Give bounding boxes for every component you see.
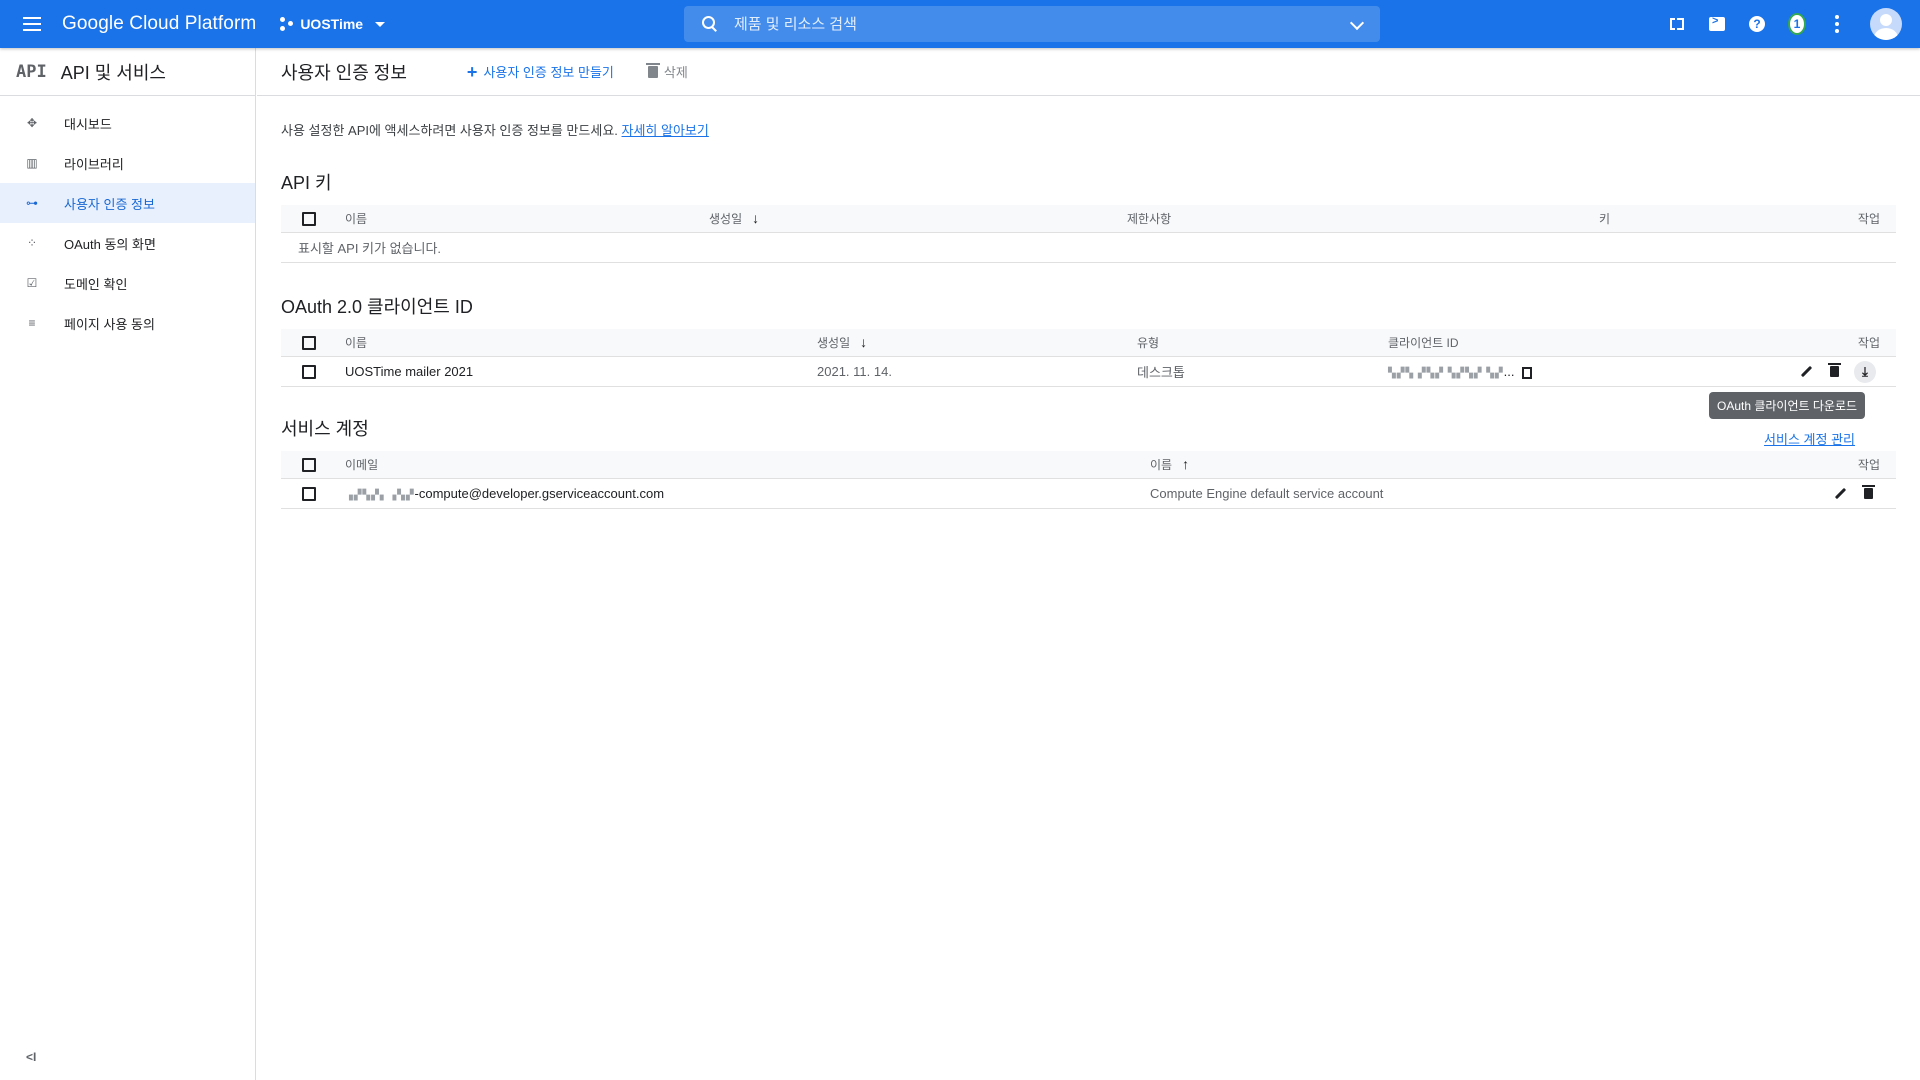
service-account-email[interactable]: ▗▞▚▞▖▗▚▞-compute@developer.gserviceaccou… [345, 486, 664, 501]
gift-icon[interactable] [1668, 15, 1686, 33]
sort-ascending-icon: ↑ [1182, 456, 1190, 472]
notifications-button[interactable]: 1 [1788, 13, 1806, 35]
sidebar-item-credentials[interactable]: ⊶ 사용자 인증 정보 [0, 183, 255, 223]
edit-icon[interactable] [1798, 364, 1814, 380]
page-agreement-icon: ≡ [28, 316, 36, 330]
redacted-email-prefix: ▗▞▚▞▖▗▚▞ [345, 490, 415, 501]
search-bar[interactable] [684, 6, 1380, 42]
cloud-shell-icon[interactable] [1708, 15, 1726, 33]
client-id: ▚▞▚ ▞▚▞ ▚▞▚▞ ▚▞... [1388, 364, 1533, 379]
library-icon: ▥ [26, 156, 38, 170]
dashboard-icon: ✥ [26, 116, 38, 130]
sidebar-item-dashboard[interactable]: ✥ 대시보드 [0, 103, 255, 143]
select-all-checkbox[interactable] [302, 335, 316, 350]
sidebar-item-library[interactable]: ▥ 라이브러리 [0, 143, 255, 183]
copy-icon[interactable] [1522, 366, 1533, 379]
column-header-client-id[interactable]: 클라이언트 ID [1388, 334, 1459, 351]
select-all-checkbox[interactable] [302, 457, 316, 472]
sidebar-item-oauth-consent[interactable]: ⁘ OAuth 동의 화면 [0, 223, 255, 263]
sidebar-title: API 및 서비스 [60, 62, 166, 83]
api-logo: API [16, 61, 47, 82]
download-tooltip: OAuth 클라이언트 다운로드 [1709, 392, 1866, 419]
oauth-table: 이름 생성일 ↓ 유형 클라이언트 ID 작업 UOSTime mailer 20… [281, 329, 1896, 387]
column-header-restrictions[interactable]: 제한사항 [1127, 210, 1171, 227]
column-header-created[interactable]: 생성일 ↓ [709, 210, 759, 227]
collapse-sidebar-icon[interactable]: <I [26, 1050, 36, 1064]
create-credentials-button[interactable]: + 사용자 인증 정보 만들기 [467, 62, 614, 81]
column-header-actions: 작업 [1857, 212, 1880, 226]
sidebar: API API 및 서비스 ✥ 대시보드 ▥ 라이브러리 ⊶ 사용자 인증 정보… [0, 48, 256, 1080]
empty-state: 표시할 API 키가 없습니다. [281, 233, 1896, 263]
project-name: UOSTime [300, 16, 364, 32]
redacted-client-id: ▚▞▚ ▞▚▞ ▚▞▚▞ ▚▞ [1388, 368, 1504, 379]
sidebar-item-page-usage-agreements[interactable]: ≡ 페이지 사용 동의 [0, 303, 255, 343]
row-checkbox[interactable] [302, 486, 316, 501]
delete-icon [645, 62, 660, 78]
table-header: 이름 생성일 ↓ 제한사항 키 작업 [281, 205, 1896, 233]
download-icon[interactable]: ⤓ [1854, 360, 1876, 383]
column-header-actions: 작업 [1857, 458, 1880, 472]
expand-search-icon[interactable] [1349, 15, 1365, 31]
delete-button[interactable]: 삭제 [645, 62, 688, 81]
api-keys-title: API 키 [281, 173, 332, 193]
client-name-link[interactable]: UOSTime mailer 2021 [345, 364, 473, 379]
service-accounts-title: 서비스 계정 [281, 419, 369, 439]
table-header: 이메일 이름 ↑ 작업 [281, 451, 1896, 479]
column-header-name[interactable]: 이름 [345, 210, 367, 227]
page-title: 사용자 인증 정보 [281, 62, 407, 83]
table-row[interactable]: ▗▞▚▞▖▗▚▞-compute@developer.gserviceaccou… [281, 479, 1896, 509]
search-icon [702, 16, 718, 32]
column-header-name[interactable]: 이름 [345, 334, 367, 351]
service-accounts-table: 서비스 계정 관리 이메일 이름 ↑ 작업 ▗▞▚▞▖▗▚▞-compute@de… [281, 432, 1896, 509]
column-header-email[interactable]: 이메일 [345, 456, 378, 473]
consent-icon: ⁘ [26, 236, 38, 250]
select-all-checkbox[interactable] [302, 211, 316, 226]
row-actions: ⤓ [1798, 360, 1876, 383]
project-icon [280, 17, 294, 31]
search-input[interactable] [734, 15, 1334, 33]
learn-more-link[interactable]: 자세히 알아보기 [622, 123, 709, 138]
more-vert-icon[interactable] [1828, 15, 1846, 33]
intro-text: 사용 설정한 API에 액세스하려면 사용자 인증 정보를 만드세요. 자세히 … [281, 123, 709, 138]
key-icon: ⊶ [26, 196, 38, 210]
client-type: 데스크톱 [1137, 365, 1185, 380]
column-header-created[interactable]: 생성일 ↓ [817, 334, 867, 351]
column-header-actions: 작업 [1857, 336, 1880, 350]
chevron-down-icon [375, 21, 386, 27]
sidebar-item-domain-verification[interactable]: ☑ 도메인 확인 [0, 263, 255, 303]
add-icon: + [466, 61, 478, 82]
menu-icon[interactable] [20, 12, 44, 36]
row-checkbox[interactable] [302, 364, 316, 379]
oauth-title: OAuth 2.0 클라이언트 ID [281, 297, 473, 317]
product-logo[interactable]: Google Cloud Platform [62, 13, 256, 35]
column-header-key[interactable]: 키 [1599, 210, 1610, 227]
top-app-bar: Google Cloud Platform UOSTime ? 1 [0, 0, 1920, 48]
table-row[interactable]: UOSTime mailer 2021 2021. 11. 14. 데스크톱 ▚… [281, 357, 1896, 387]
main-content: 사용자 인증 정보 + 사용자 인증 정보 만들기 삭제 사용 설정한 API에… [257, 48, 1920, 1080]
domain-check-icon: ☑ [26, 276, 38, 290]
manage-service-accounts-link[interactable]: 서비스 계정 관리 [1764, 429, 1855, 448]
api-keys-table: 이름 생성일 ↓ 제한사항 키 작업 표시할 API 키가 없습니다. [281, 205, 1896, 263]
column-header-type[interactable]: 유형 [1137, 334, 1159, 351]
sort-descending-icon: ↓ [860, 334, 868, 350]
sort-descending-icon: ↓ [752, 210, 760, 226]
delete-icon[interactable] [1826, 363, 1842, 380]
avatar[interactable] [1870, 8, 1902, 40]
column-header-name[interactable]: 이름 ↑ [1150, 456, 1189, 473]
created-date: 2021. 11. 14. [817, 364, 892, 379]
table-header: 이름 생성일 ↓ 유형 클라이언트 ID 작업 [281, 329, 1896, 357]
action-bar: 사용자 인증 정보 + 사용자 인증 정보 만들기 삭제 [257, 48, 1920, 96]
service-account-name: Compute Engine default service account [1150, 486, 1384, 501]
delete-icon[interactable] [1860, 485, 1876, 502]
project-selector[interactable]: UOSTime [280, 16, 386, 32]
row-actions [1832, 485, 1876, 502]
help-icon[interactable]: ? [1748, 15, 1766, 33]
edit-icon[interactable] [1832, 486, 1848, 502]
